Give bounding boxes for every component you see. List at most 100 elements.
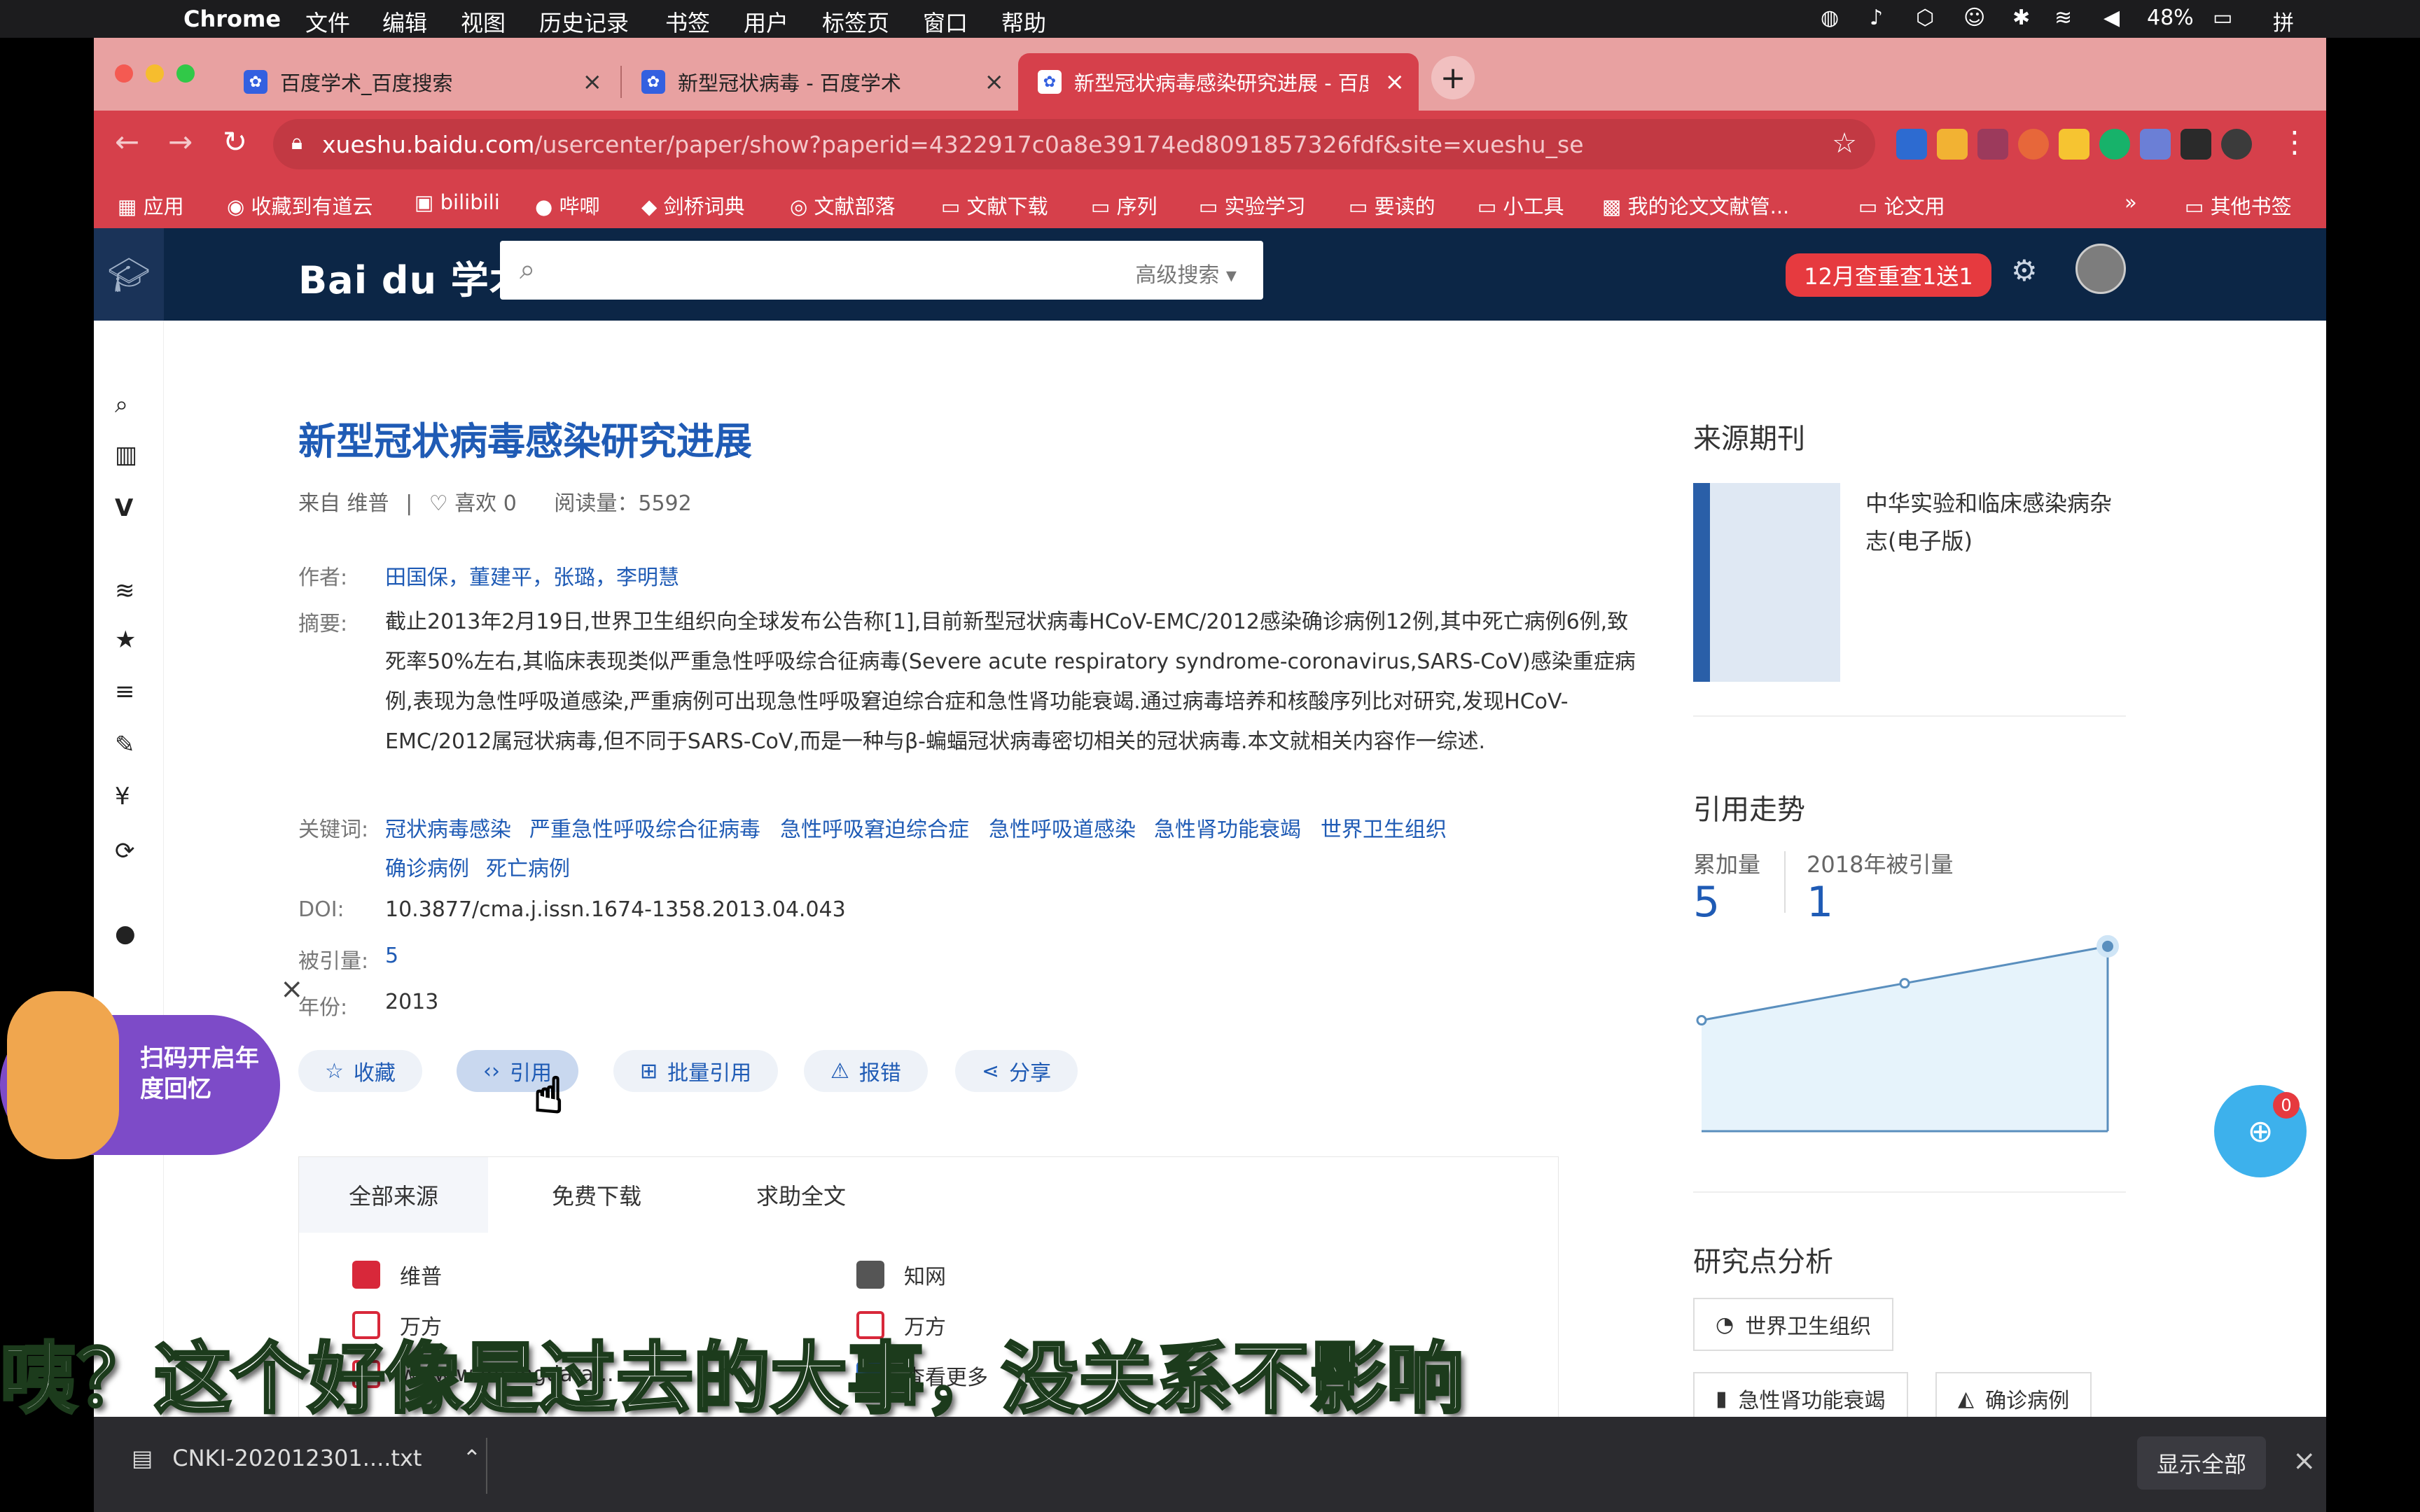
close-tab-icon[interactable]: × (1385, 68, 1405, 96)
keyword-link[interactable]: 世界卫生组织 (1321, 812, 1447, 843)
bookmark-star-icon[interactable]: ☆ (1832, 127, 1857, 160)
extension-grid-icon[interactable] (1937, 129, 1968, 160)
paper-title[interactable]: 新型冠状病毒感染研究进展 (298, 410, 752, 465)
v-icon[interactable]: V (115, 494, 133, 522)
menu-tabs[interactable]: 标签页 (822, 6, 889, 38)
profile-icon[interactable] (2221, 129, 2252, 160)
research-tag[interactable]: ◔ 世界卫生组织 (1693, 1298, 1894, 1351)
download-item[interactable]: ▤ CNKI-202012301....txt ⌃ (132, 1445, 481, 1471)
journal-name[interactable]: 中华实验和临床感染病杂志(电子版) (1865, 484, 2132, 560)
bookmark-bilibili[interactable]: ▣ bilibili (415, 190, 500, 214)
share-button[interactable]: ⋖ 分享 (955, 1050, 1078, 1092)
yen-icon[interactable]: ¥ (115, 783, 130, 811)
bookmark-folder-paper[interactable]: ▭ 论文用 (1858, 190, 1945, 220)
menu-user[interactable]: 用户 (744, 6, 788, 38)
pencil-icon[interactable]: ✎ (115, 731, 135, 759)
library-icon[interactable]: ▥ (115, 441, 137, 469)
like-button[interactable]: ♡ 喜欢 0 (429, 491, 517, 516)
layers-icon[interactable]: ≡ (115, 678, 135, 706)
zoom-window-button[interactable] (176, 64, 195, 83)
notification-icon[interactable]: ♪ (1870, 6, 1883, 30)
address-bar[interactable]: 🔒︎ xueshu.baidu.com/usercenter/paper/sho… (273, 119, 1875, 169)
journal-cover-image[interactable] (1693, 483, 1840, 682)
report-error-button[interactable]: ⚠ 报错 (804, 1050, 928, 1092)
trend-point[interactable] (1696, 1015, 1707, 1026)
extension-share-icon[interactable] (2140, 129, 2171, 160)
tab-free-download[interactable]: 免费下载 (502, 1157, 691, 1233)
lock-icon[interactable]: 🔒︎ (291, 130, 302, 155)
close-window-button[interactable] (115, 64, 133, 83)
bookmarks-overflow-icon[interactable]: » (2125, 190, 2137, 214)
more-menu-icon[interactable]: ⋮ (2280, 125, 2309, 159)
advanced-search-dropdown[interactable]: 高级搜索 ▾ (1135, 258, 1237, 288)
star-icon[interactable]: ★ (115, 626, 136, 654)
gear-icon[interactable]: ⚙ (2011, 253, 2038, 288)
bluetooth-icon[interactable]: ✱ (2012, 6, 2030, 30)
menu-help[interactable]: 帮助 (1001, 6, 1046, 38)
batch-cite-button[interactable]: ⊞ 批量引用 (613, 1050, 779, 1092)
search-icon[interactable]: ⌕ (115, 391, 128, 419)
back-arrow-icon[interactable]: ← (115, 125, 139, 159)
rss-icon[interactable]: ≋ (115, 577, 135, 605)
bookmark-cambridge[interactable]: ◆ 剑桥词典 (641, 190, 745, 220)
bookmark-folder-tools[interactable]: ▭ 小工具 (1477, 190, 1564, 220)
volume-icon[interactable]: ◀ (2103, 6, 2120, 30)
bookmark-folder-download[interactable]: ▭ 文献下载 (941, 190, 1048, 220)
extension-color-icon[interactable] (2018, 129, 2049, 160)
bookmark-other[interactable]: ▭ 其他书签 (2185, 190, 2292, 220)
chevron-up-icon[interactable]: ⌃ (462, 1445, 481, 1471)
bookmark-bidi[interactable]: ● 哔唧 (535, 190, 600, 220)
user-icon[interactable]: ● (115, 920, 136, 948)
new-tab-button[interactable]: + (1431, 56, 1475, 99)
avatar[interactable] (2075, 244, 2126, 294)
trend-point[interactable] (2096, 934, 2119, 958)
tab-baidu-search[interactable]: ✿ 百度学术_百度搜索 × (224, 53, 616, 111)
extension-translate-icon[interactable] (1896, 129, 1927, 160)
cited-value[interactable]: 5 (385, 944, 398, 968)
bookmark-folder-toread[interactable]: ▭ 要读的 (1349, 190, 1435, 220)
promo-badge[interactable]: 12月查重查1送1 (1786, 253, 1991, 297)
vpn-icon[interactable]: ⬡ (1916, 6, 1934, 30)
float-action-button[interactable]: ⊕ 0 (2214, 1085, 2307, 1177)
menu-file[interactable]: 文件 (305, 6, 350, 38)
trend-point[interactable] (1899, 978, 1910, 989)
year-review-popup[interactable]: 扫码开启年度回忆 × (0, 973, 304, 1159)
close-icon[interactable]: × (2293, 1445, 2316, 1477)
tab-request-fulltext[interactable]: 求助全文 (707, 1157, 896, 1233)
menu-app-name[interactable]: Chrome (183, 6, 281, 32)
menu-bookmarks[interactable]: 书签 (665, 6, 710, 38)
bookmark-wenxian[interactable]: ◎ 文献部落 (790, 190, 896, 220)
bookmark-folder-experiment[interactable]: ▭ 实验学习 (1199, 190, 1306, 220)
wechat-icon[interactable]: ◍ (1821, 6, 1839, 30)
graduation-cap-icon[interactable]: 🎓︎ (94, 228, 164, 321)
menu-history[interactable]: 历史记录 (539, 6, 629, 38)
close-tab-icon[interactable]: × (985, 68, 1005, 96)
reload-icon[interactable]: ↻ (223, 125, 247, 159)
source-link-cnki[interactable]: 知网 (856, 1259, 946, 1290)
authors-value[interactable]: 田国保，董建平，张璐，李明慧 (385, 560, 679, 591)
extension-m-icon[interactable] (2059, 129, 2089, 160)
baidu-xueshu-logo[interactable]: Bai du 学术 (298, 249, 528, 304)
extensions-puzzle-icon[interactable] (2181, 129, 2211, 160)
tab-paper-active[interactable]: ✿ 新型冠状病毒感染研究进展 - 百度 × (1018, 53, 1419, 111)
input-method-icon[interactable]: 拼 (2273, 6, 2294, 36)
bookmark-youdao[interactable]: ◉ 收藏到有道云 (227, 190, 373, 220)
search-input[interactable]: ⌕ 高级搜索 ▾ (500, 241, 1263, 300)
keyword-link[interactable]: 确诊病例 (385, 851, 469, 882)
keyword-link[interactable]: 急性呼吸窘迫综合症 (780, 812, 969, 843)
favorite-button[interactable]: ☆ 收藏 (298, 1050, 422, 1092)
show-all-button[interactable]: 显示全部 (2137, 1436, 2266, 1490)
keyword-link[interactable]: 冠状病毒感染 (385, 812, 511, 843)
keyword-link[interactable]: 严重急性呼吸综合征病毒 (529, 812, 760, 843)
tab-all-sources[interactable]: 全部来源 (299, 1157, 488, 1233)
bookmark-my-papers[interactable]: ▩ 我的论文文献管... (1602, 190, 1789, 220)
keyword-link[interactable]: 死亡病例 (486, 851, 570, 882)
battery-percent[interactable]: 48% (2147, 6, 2194, 30)
forward-arrow-icon[interactable]: → (168, 125, 193, 159)
minimize-window-button[interactable] (146, 64, 164, 83)
menu-view[interactable]: 视图 (461, 6, 506, 38)
menu-edit[interactable]: 编辑 (382, 6, 427, 38)
tab-xueshu-search[interactable]: ✿ 新型冠状病毒 - 百度学术 × (622, 53, 1018, 111)
extension-bilibili-icon[interactable] (1977, 129, 2008, 160)
bookmark-apps[interactable]: ▦ 应用 (118, 190, 184, 220)
